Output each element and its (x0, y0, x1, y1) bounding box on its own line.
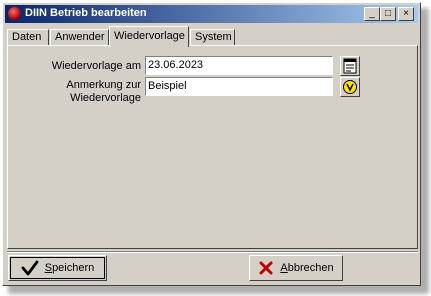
dialog-window: DIIN Betrieb bearbeiten _ □ × Daten Anwe… (2, 2, 421, 286)
note-field[interactable]: Beispiel (145, 77, 333, 96)
cancel-button[interactable]: Abbrechen (249, 255, 343, 281)
title-bar[interactable]: DIIN Betrieb bearbeiten _ □ × (5, 5, 418, 23)
date-field[interactable]: 23.06.2023 (145, 56, 333, 75)
tab-system[interactable]: System (190, 29, 235, 46)
minimize-icon: _ (369, 8, 375, 19)
close-button[interactable]: × (398, 7, 414, 21)
tab-label: Daten (12, 31, 42, 43)
note-label-line2: Wiedervorlage (70, 92, 141, 104)
checkmark-icon (21, 260, 39, 276)
tab-wiedervorlage[interactable]: Wiedervorlage (109, 26, 189, 47)
tab-strip: Daten Anwender Wiedervorlage System (7, 26, 427, 47)
window-title: DIIN Betrieb bearbeiten (25, 7, 147, 19)
save-button[interactable]: Speichern (8, 255, 107, 281)
app-icon (8, 7, 21, 20)
save-label: Speichern (44, 262, 95, 274)
tab-label: Wiedervorlage (114, 30, 185, 42)
date-label: Wiedervorlage am (51, 60, 141, 72)
calendar-icon (343, 58, 357, 74)
tab-anwender[interactable]: Anwender (50, 29, 109, 46)
close-icon: × (403, 8, 409, 19)
circle-v-icon (343, 80, 357, 94)
minimize-button[interactable]: _ (364, 7, 380, 21)
footer-separator (7, 251, 418, 253)
note-lookup-button[interactable] (340, 77, 360, 97)
tab-label: Anwender (55, 31, 105, 43)
calendar-button[interactable] (340, 56, 360, 76)
cancel-label: Abbrechen (280, 262, 334, 274)
red-x-icon (259, 261, 273, 275)
maximize-icon: □ (384, 8, 392, 19)
tab-daten[interactable]: Daten (7, 29, 49, 46)
note-label-line1: Anmerkung zur (66, 79, 141, 91)
tab-label: System (195, 31, 232, 43)
maximize-button[interactable]: □ (380, 7, 396, 21)
